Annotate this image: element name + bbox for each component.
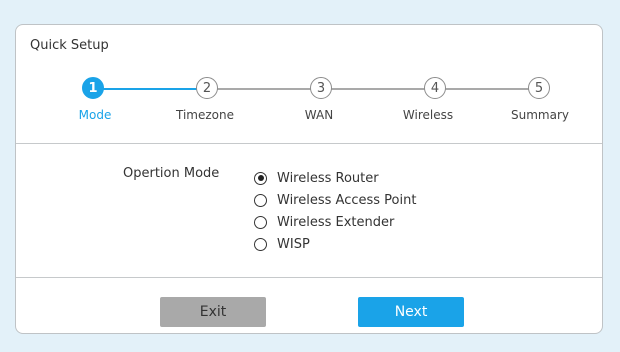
divider bbox=[16, 143, 602, 144]
step-connector bbox=[217, 88, 321, 90]
step-4-label: Wireless bbox=[402, 108, 454, 122]
step-3-label: WAN bbox=[304, 108, 334, 122]
setup-steps: 1 2 3 4 5 Mode Timezone WAN Wireless Sum… bbox=[16, 25, 602, 135]
step-3-circle[interactable]: 3 bbox=[310, 77, 332, 99]
step-4-circle[interactable]: 4 bbox=[424, 77, 446, 99]
operation-mode-options: Wireless Router Wireless Access Point Wi… bbox=[254, 167, 416, 255]
step-connector bbox=[103, 88, 207, 90]
option-wireless-router[interactable]: Wireless Router bbox=[254, 167, 416, 189]
radio-unchecked-icon[interactable] bbox=[254, 193, 267, 207]
step-2-label: Timezone bbox=[176, 108, 234, 122]
step-1-label: Mode bbox=[78, 108, 112, 122]
step-connector bbox=[331, 88, 435, 90]
exit-button[interactable]: Exit bbox=[160, 297, 266, 327]
divider bbox=[16, 277, 602, 278]
option-label: Wireless Extender bbox=[277, 214, 395, 230]
quick-setup-panel: Quick Setup 1 2 3 4 5 Mode Timezone WAN … bbox=[15, 24, 603, 334]
option-label: Wireless Router bbox=[277, 170, 379, 186]
option-wireless-extender[interactable]: Wireless Extender bbox=[254, 211, 416, 233]
option-wireless-access-point[interactable]: Wireless Access Point bbox=[254, 189, 416, 211]
step-5-circle[interactable]: 5 bbox=[528, 77, 550, 99]
radio-checked-icon[interactable] bbox=[254, 171, 267, 185]
next-button[interactable]: Next bbox=[358, 297, 464, 327]
operation-mode-label: Opertion Mode bbox=[123, 166, 220, 181]
option-label: WISP bbox=[277, 236, 310, 252]
step-2-circle[interactable]: 2 bbox=[196, 77, 218, 99]
step-5-label: Summary bbox=[511, 108, 569, 122]
radio-unchecked-icon[interactable] bbox=[254, 215, 267, 229]
option-label: Wireless Access Point bbox=[277, 192, 417, 208]
option-wisp[interactable]: WISP bbox=[254, 233, 416, 255]
step-1-circle[interactable]: 1 bbox=[82, 77, 104, 99]
radio-unchecked-icon[interactable] bbox=[254, 237, 267, 251]
